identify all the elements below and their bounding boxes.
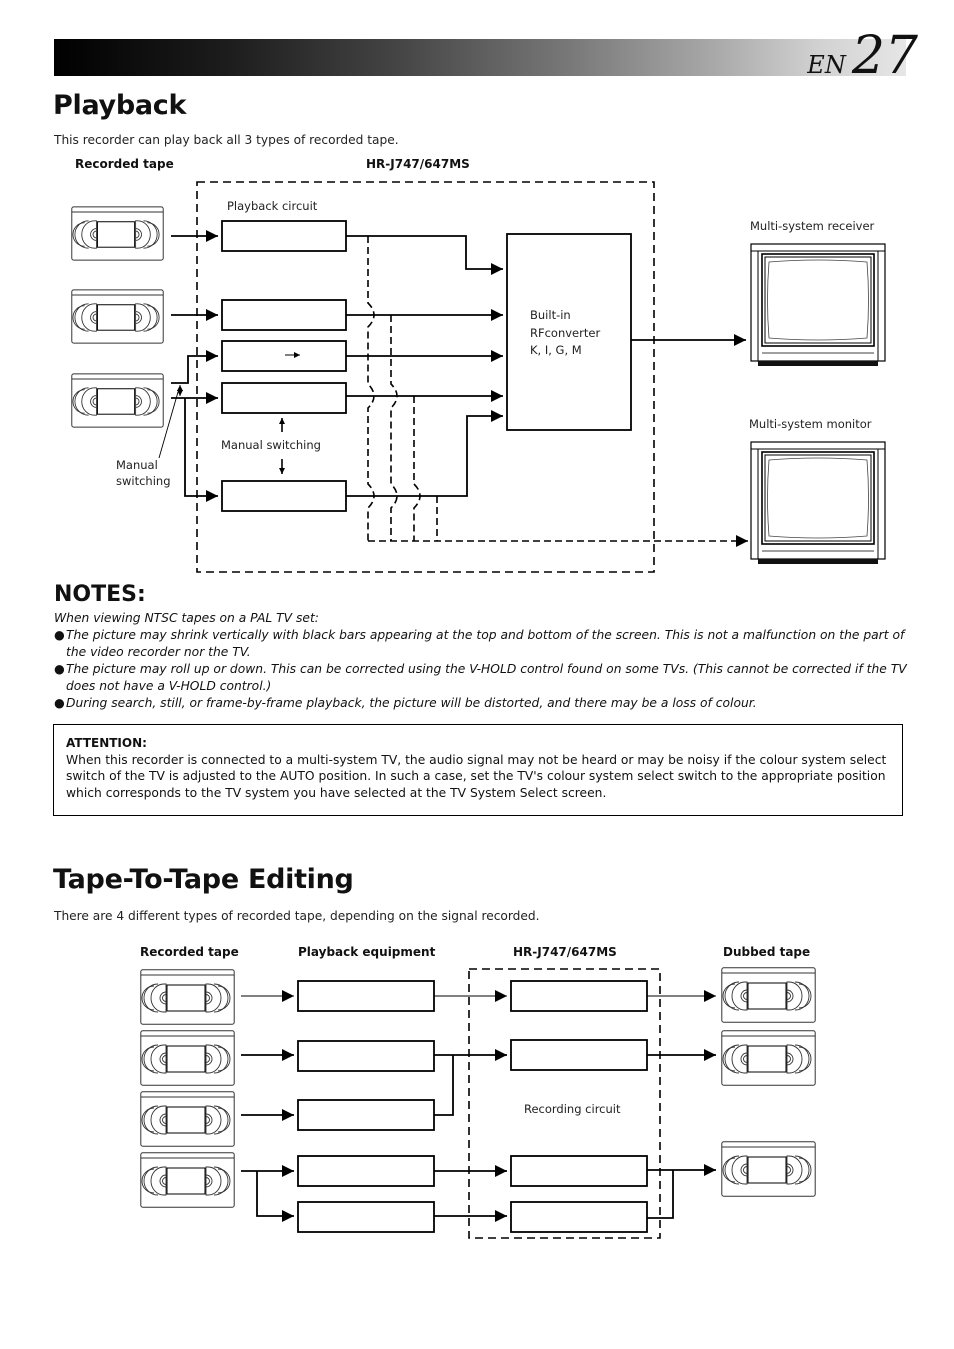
- playback-equipment-box: [297, 1099, 435, 1131]
- rf-converter-line1: Built-in: [530, 308, 571, 322]
- playback-circuit-box: [221, 220, 347, 252]
- vhs-cassette-icon: [140, 1030, 235, 1086]
- recording-circuit-box: [510, 1039, 648, 1071]
- playback-circuit-label: Playback circuit: [227, 199, 318, 213]
- manual-switching-line1: Manual: [116, 458, 158, 472]
- receiver-label: Multi-system receiver: [750, 219, 875, 233]
- playback-equipment-label: Playback equipment: [298, 945, 436, 959]
- vhs-cassette-icon: [140, 969, 235, 1025]
- vhs-cassette-icon: [71, 206, 164, 261]
- tv-set-icon: [750, 243, 886, 367]
- model-label: HR-J747/647MS: [513, 945, 617, 959]
- rf-converter-label: Built-in RFconverter K, I, G, M: [530, 307, 600, 360]
- playback-circuit-box: [221, 480, 347, 512]
- attention-text: When this recorder is connected to a mul…: [66, 752, 887, 801]
- playback-equipment-box: [297, 1040, 435, 1072]
- recording-circuit-box: [510, 1201, 648, 1233]
- editing-title: Tape-To-Tape Editing: [53, 864, 354, 895]
- vhs-cassette-icon: [140, 1091, 235, 1147]
- manual-switching-line2: switching: [116, 474, 171, 488]
- vhs-cassette-icon: [721, 967, 816, 1023]
- vhs-cassette-icon: [721, 1141, 816, 1197]
- attention-box: ATTENTION: When this recorder is connect…: [53, 724, 903, 816]
- playback-equipment-box: [297, 1155, 435, 1187]
- bullet-icon: ●: [54, 627, 65, 642]
- vhs-cassette-icon: [140, 1152, 235, 1208]
- notes-title: NOTES:: [54, 582, 146, 607]
- vhs-cassette-icon: [71, 373, 164, 428]
- manual-switching-outer-label: Manual switching: [116, 457, 171, 489]
- recording-circuit-label: Recording circuit: [524, 1102, 621, 1116]
- model-label: HR-J747/647MS: [366, 157, 470, 171]
- recording-circuit-box: [510, 1155, 648, 1187]
- playback-equipment-box: [297, 980, 435, 1012]
- notes-lead: When viewing NTSC tapes on a PAL TV set:: [54, 611, 319, 625]
- editing-diagram: [140, 967, 816, 1239]
- dubbed-tape-label: Dubbed tape: [723, 945, 811, 959]
- rf-converter-line3: K, I, G, M: [530, 343, 582, 357]
- recording-circuit-box: [510, 980, 648, 1012]
- tv-set-icon: [750, 441, 886, 565]
- playback-equipment-box: [297, 1201, 435, 1233]
- playback-diagram: [71, 181, 886, 573]
- playback-circuit-box: [221, 299, 347, 331]
- vhs-cassette-icon: [71, 289, 164, 344]
- bullet-icon: ●: [54, 661, 65, 676]
- rf-converter-line2: RFconverter: [530, 325, 601, 340]
- note-item: ● The picture may shrink vertically with …: [54, 627, 905, 659]
- editing-intro: There are 4 different types of recorded …: [54, 909, 540, 923]
- recorded-tape-label: Recorded tape: [140, 945, 239, 959]
- notes-list: ● The picture may shrink vertically with …: [54, 627, 914, 712]
- notes-body: When viewing NTSC tapes on a PAL TV set:…: [54, 610, 914, 711]
- manual-switching-label: Manual switching: [221, 438, 321, 452]
- monitor-label: Multi-system monitor: [749, 417, 872, 431]
- attention-title: ATTENTION:: [66, 736, 147, 750]
- note-item: ● The picture may roll up or down. This c…: [54, 661, 907, 693]
- note-item: ● During search, still, or frame-by-frame…: [54, 695, 757, 710]
- bullet-icon: ●: [54, 695, 65, 710]
- playback-circuit-box: [221, 382, 347, 414]
- vhs-cassette-icon: [721, 1030, 816, 1086]
- recorded-tape-label: Recorded tape: [75, 157, 174, 171]
- playback-circuit-box: [221, 340, 347, 372]
